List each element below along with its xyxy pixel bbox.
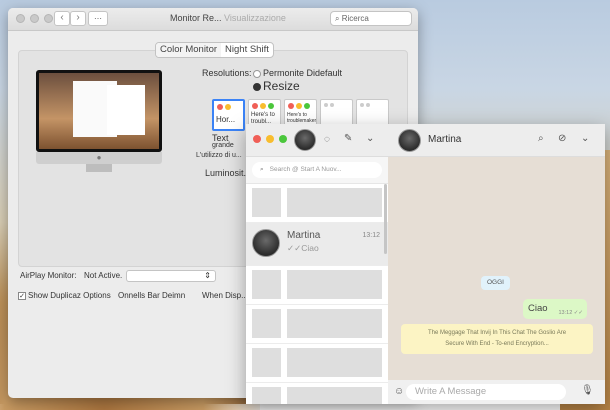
resolution-option-1[interactable]: Hor... bbox=[212, 99, 245, 131]
segmented-tabs: Color Monitor Night Shift bbox=[155, 42, 274, 58]
zoom-button[interactable] bbox=[44, 14, 53, 23]
checkbox-icon[interactable]: ✓ bbox=[18, 291, 26, 300]
emoji-icon[interactable]: ☺ bbox=[394, 386, 404, 397]
message-input-placeholder: Write A Message bbox=[415, 386, 487, 397]
chat-row-placeholder[interactable] bbox=[246, 266, 388, 305]
back-button[interactable]: ‹ bbox=[54, 11, 70, 26]
encryption-notice-line1: The Meggage That Invij In This Chat The … bbox=[427, 330, 567, 336]
contact-avatar[interactable] bbox=[398, 129, 421, 152]
when-label: When Disp... bbox=[202, 291, 248, 300]
conversation-pane: Martina ⌕ ⊘ ⌄ OGGI Ciao 13:12 ✓✓ The Meg… bbox=[388, 124, 605, 404]
new-chat-icon[interactable]: ✎ bbox=[344, 133, 352, 144]
checkbox-label: Show Duplicaz Options bbox=[28, 291, 111, 300]
chat-row-placeholder[interactable] bbox=[246, 383, 388, 404]
search-icon: ⌕ bbox=[335, 14, 342, 23]
option-resize-label: Resize bbox=[263, 79, 300, 93]
message-input[interactable]: Write A Message bbox=[406, 384, 566, 400]
window-controls bbox=[253, 135, 287, 143]
chevron-down-icon[interactable]: ⌄ bbox=[581, 133, 589, 144]
close-button[interactable] bbox=[16, 14, 25, 23]
window-title-text: Monitor Re... bbox=[170, 13, 222, 23]
luminosity-label: Luminosit... bbox=[205, 168, 252, 178]
option-default[interactable]: Permonite Didefault bbox=[253, 68, 342, 78]
window-title: Monitor Re... Visualizzazione bbox=[170, 13, 286, 23]
search-icon: ⌕ bbox=[260, 166, 264, 173]
option-resize[interactable]: Resize bbox=[253, 79, 300, 93]
show-all-grid-icon[interactable]: ⋯ bbox=[88, 11, 108, 26]
chat-row-martina[interactable]: Martina 13:12 ✓✓Ciao bbox=[246, 223, 388, 266]
chat-list-header: ◌ ✎ ⌄ bbox=[246, 124, 388, 157]
res-opt-1-text: Hor... bbox=[216, 115, 236, 124]
chat-list-pane: ◌ ✎ ⌄ ⌕ Search @ Start A Nuov... Martina … bbox=[246, 124, 389, 404]
option-default-label: Permonite Didefault bbox=[263, 68, 343, 78]
apple-logo-icon: ● bbox=[36, 152, 162, 164]
minimize-button[interactable] bbox=[266, 135, 274, 143]
date-chip: OGGI bbox=[481, 276, 510, 290]
close-button[interactable] bbox=[253, 135, 261, 143]
grande-label: grande bbox=[212, 142, 234, 149]
read-ticks-icon: ✓✓ bbox=[573, 310, 583, 316]
titlebar: ‹ › ⋯ Monitor Re... Visualizzazione ⌕ Ri… bbox=[8, 8, 418, 31]
profile-avatar[interactable] bbox=[294, 129, 316, 151]
chat-list-scrollbar[interactable] bbox=[384, 184, 387, 254]
forward-button[interactable]: › bbox=[70, 11, 86, 26]
message-time: 13:12 ✓✓ bbox=[558, 310, 583, 316]
imac-screen bbox=[36, 70, 162, 152]
zoom-button[interactable] bbox=[279, 135, 287, 143]
chat-preview-text: Ciao bbox=[301, 243, 319, 253]
chevron-down-icon[interactable]: ⌄ bbox=[366, 133, 374, 144]
tab-color-monitor[interactable]: Color Monitor bbox=[156, 43, 222, 57]
chevron-updown-icon: ⇕ bbox=[204, 271, 211, 280]
chat-row-placeholder[interactable] bbox=[246, 184, 388, 223]
chat-search: ⌕ Search @ Start A Nuov... bbox=[246, 157, 388, 184]
tab-night-shift[interactable]: Night Shift bbox=[221, 43, 273, 57]
radio-resize[interactable] bbox=[253, 82, 261, 91]
chat-preview: ✓✓Ciao bbox=[287, 243, 319, 254]
encryption-notice[interactable]: The Meggage That Invij In This Chat The … bbox=[401, 324, 593, 354]
window-title-overlap: Visualizzazione bbox=[224, 13, 286, 23]
bar-label: Onnells Bar Deimn bbox=[118, 291, 186, 300]
composer-bar: ☺ Write A Message 🎙 bbox=[388, 380, 605, 404]
chat-search-placeholder: Search @ Start A Nuov... bbox=[269, 166, 342, 173]
search-icon[interactable]: ⌕ bbox=[538, 133, 544, 144]
show-options-checkbox[interactable]: ✓ Show Duplicaz Options bbox=[18, 291, 111, 300]
chat-row-placeholder[interactable] bbox=[246, 305, 388, 344]
status-icon[interactable]: ◌ bbox=[324, 134, 330, 145]
chat-search-input[interactable]: ⌕ Search @ Start A Nuov... bbox=[252, 162, 382, 178]
message-time-text: 13:12 bbox=[558, 310, 573, 316]
chat-name: Martina bbox=[287, 230, 321, 241]
minimize-button[interactable] bbox=[30, 14, 39, 23]
search-placeholder: Ricerca bbox=[341, 14, 369, 23]
encryption-notice-line2: Secure With End - To-end Encryption... bbox=[445, 341, 549, 347]
message-bubble-outgoing[interactable]: Ciao 13:12 ✓✓ bbox=[523, 299, 587, 319]
attach-icon[interactable]: ⊘ bbox=[558, 133, 566, 144]
conversation-header: Martina ⌕ ⊘ ⌄ bbox=[388, 124, 605, 157]
resolution-label: Resolutions: bbox=[202, 68, 252, 78]
airplay-value: Not Active. bbox=[84, 271, 123, 280]
microphone-icon[interactable]: 🎙 bbox=[581, 385, 594, 396]
chat-time: 13:12 bbox=[362, 232, 380, 239]
read-ticks-icon: ✓✓ bbox=[287, 243, 302, 253]
airplay-select[interactable]: ⇕ bbox=[126, 270, 216, 282]
message-text: Ciao bbox=[528, 303, 548, 314]
imac-illustration: ● bbox=[36, 70, 162, 172]
contact-avatar bbox=[252, 229, 280, 257]
usage-label: L'utilizzo di u... bbox=[196, 152, 242, 159]
conversation-title[interactable]: Martina bbox=[428, 134, 461, 145]
chat-row-placeholder[interactable] bbox=[246, 344, 388, 383]
radio-default[interactable] bbox=[253, 69, 261, 78]
airplay-label: AirPlay Monitor: bbox=[20, 271, 77, 280]
whatsapp-window: ◌ ✎ ⌄ ⌕ Search @ Start A Nuov... Martina … bbox=[246, 124, 605, 404]
search-input[interactable]: ⌕ Ricerca bbox=[330, 11, 412, 26]
